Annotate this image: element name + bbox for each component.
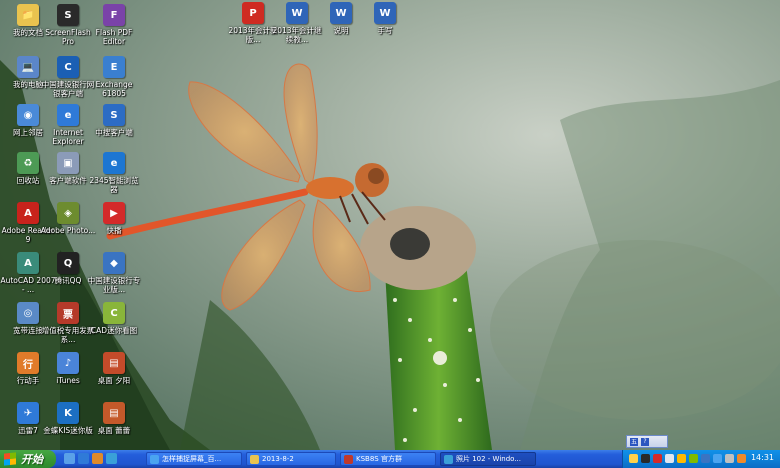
- shortcut-icon: Q: [57, 252, 79, 274]
- desktop-icon[interactable]: e 2345智能浏览器: [86, 152, 142, 194]
- ie-icon[interactable]: [78, 453, 89, 464]
- desktop-icon-label: 桌面 蕾蕾: [97, 426, 131, 435]
- shortcut-icon: C: [57, 56, 79, 78]
- desktop-icon-label: Exchange 61805: [95, 80, 133, 98]
- desktop-icon[interactable]: W 手写: [357, 2, 413, 35]
- shortcut-icon: S: [103, 104, 125, 126]
- shortcut-icon: F: [103, 4, 125, 26]
- shortcut-icon: W: [286, 2, 308, 24]
- task-label: 2013-8-2: [262, 455, 294, 463]
- shortcut-icon: ◉: [17, 104, 39, 126]
- desktop-icon-label: 手写: [377, 26, 393, 35]
- shortcut-icon: ▶: [103, 202, 125, 224]
- language-bar-help[interactable]: ?: [641, 437, 649, 446]
- shortcut-icon: W: [330, 2, 352, 24]
- system-tray: 14:31: [622, 450, 780, 468]
- shortcut-icon: A: [17, 202, 39, 224]
- shortcut-icon: 💻: [17, 56, 39, 78]
- photo-icon: [444, 454, 453, 464]
- task-label: 怎样捕捉屏幕_百...: [162, 455, 222, 463]
- desktop-icon-label: 快播: [106, 226, 122, 235]
- desktop-icon-label: 中国建设银行专业版...: [87, 276, 141, 294]
- task-browser[interactable]: 怎样捕捉屏幕_百...: [146, 452, 242, 466]
- desktop-icon-label: 2345智能浏览器: [89, 176, 139, 194]
- antivirus-icon[interactable]: [701, 454, 710, 463]
- display-icon[interactable]: [725, 454, 734, 463]
- folder-icon: [250, 454, 259, 464]
- wifi-icon[interactable]: [737, 454, 746, 463]
- download-icon[interactable]: [713, 454, 722, 463]
- shortcut-icon: e: [103, 152, 125, 174]
- shortcut-icon: A: [17, 252, 39, 274]
- shortcut-icon: E: [103, 56, 125, 78]
- network-icon[interactable]: [629, 454, 638, 463]
- shortcut-icon: ◎: [17, 302, 39, 324]
- desktop-icon-label: Flash PDF Editor: [95, 28, 133, 46]
- shortcut-icon: ▤: [103, 402, 125, 424]
- desktop-icon-label: CAD迷你看图: [90, 326, 138, 335]
- update-icon[interactable]: [677, 454, 686, 463]
- ime-icon[interactable]: [689, 454, 698, 463]
- shortcut-icon: P: [242, 2, 264, 24]
- shortcut-icon: 行: [17, 352, 39, 374]
- desktop-icon-label: 中搜客户端: [95, 128, 133, 137]
- shortcut-icon: 📁: [17, 4, 39, 26]
- qq-icon: [344, 454, 353, 464]
- language-bar-item[interactable]: 五: [630, 437, 638, 446]
- media-icon[interactable]: [92, 453, 103, 464]
- shortcut-icon: K: [57, 402, 79, 424]
- desktop-icon[interactable]: ◆ 中国建设银行专业版...: [86, 252, 142, 294]
- desktop-icon[interactable]: F Flash PDF Editor: [86, 4, 142, 46]
- shortcut-icon: C: [103, 302, 125, 324]
- language-bar[interactable]: 五 ?: [626, 435, 668, 448]
- taskbar-clock: 14:31: [750, 453, 774, 462]
- task-photo-viewer[interactable]: 照片 102 - Windo...: [440, 452, 536, 466]
- shortcut-icon: ◆: [103, 252, 125, 274]
- desktop-icon[interactable]: S 中搜客户端: [86, 104, 142, 137]
- shortcut-icon: ◈: [57, 202, 79, 224]
- desktop-icon[interactable]: E Exchange 61805: [86, 56, 142, 98]
- security-icon[interactable]: [653, 454, 662, 463]
- task-label: KSB8S 官方群: [356, 455, 402, 463]
- qq-tray-icon[interactable]: [641, 454, 650, 463]
- shortcut-icon: 票: [57, 302, 79, 324]
- task-qq-group[interactable]: KSB8S 官方群: [340, 452, 436, 466]
- browser-icon: [150, 454, 159, 464]
- browser-icon[interactable]: [106, 453, 117, 464]
- shortcut-icon: ♪: [57, 352, 79, 374]
- taskbar: 开始 怎样捕捉屏幕_百... 2013-8-2 KSB8S 官方群 照片 102…: [0, 450, 780, 468]
- desktop-icon[interactable]: C CAD迷你看图: [86, 302, 142, 335]
- shortcut-icon: ✈: [17, 402, 39, 424]
- desktop-icon[interactable]: ▤ 桌面 夕阳: [86, 352, 142, 385]
- shortcut-icon: e: [57, 104, 79, 126]
- shortcut-icon: S: [57, 4, 79, 26]
- shortcut-icon: ▣: [57, 152, 79, 174]
- desktop-icon[interactable]: ▤ 桌面 蕾蕾: [86, 402, 142, 435]
- desktop-icon-label: 桌面 夕阳: [97, 376, 131, 385]
- volume-icon[interactable]: [665, 454, 674, 463]
- task-label: 照片 102 - Windo...: [456, 455, 521, 463]
- desktop-icon[interactable]: ▶ 快播: [86, 202, 142, 235]
- start-button[interactable]: 开始: [0, 450, 56, 468]
- task-folder[interactable]: 2013-8-2: [246, 452, 336, 466]
- shortcut-icon: ♻: [17, 152, 39, 174]
- windows-flag-icon: [4, 452, 16, 466]
- shortcut-icon: W: [374, 2, 396, 24]
- shortcut-icon: ▤: [103, 352, 125, 374]
- show-desktop-icon[interactable]: [64, 453, 75, 464]
- quick-launch: [64, 453, 117, 465]
- start-label: 开始: [21, 453, 43, 466]
